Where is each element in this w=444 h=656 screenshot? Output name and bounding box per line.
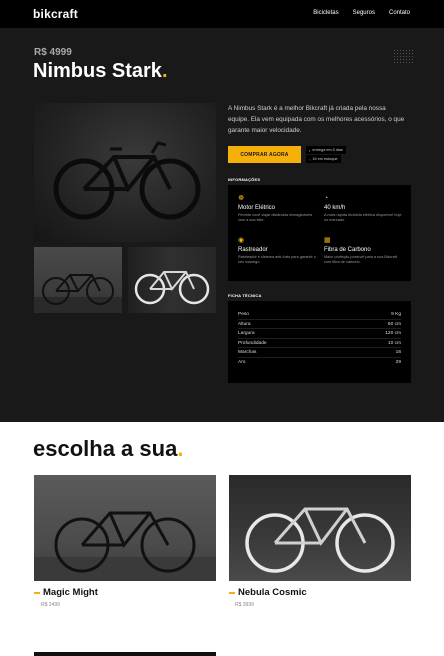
feature-title: Motor Elétrico	[238, 205, 276, 211]
feature-motor: ☸ Motor Elétrico Permite você viajar dis…	[238, 194, 318, 223]
info-box: ☸ Motor Elétrico Permite você viajar dis…	[228, 185, 411, 281]
product-thumb-2[interactable]	[128, 247, 216, 313]
product-name: Nimbus Stark	[33, 60, 162, 82]
spec-row: Peso 9 Kg	[238, 310, 401, 320]
bike-card-name-text: Magic Might	[43, 587, 98, 598]
feature-tracker: ◉ Rastreador Rastreador e sistema anti-f…	[238, 236, 318, 265]
feature-carbon: ▦ Fibra de Carbono Maior proteção possív…	[324, 236, 404, 265]
spec-row: Marchas 16	[238, 348, 401, 358]
nav-link-contato[interactable]: Contato	[389, 10, 410, 16]
carbon-fiber-icon: ▦	[324, 237, 331, 244]
bike-card-photo-magic-might[interactable]	[34, 475, 216, 581]
spec-value: 29	[395, 359, 401, 365]
stock-badge: ▫ 16 em estoque	[306, 155, 341, 163]
title-dot: .	[177, 436, 184, 461]
product-price: R$ 4999	[34, 47, 72, 58]
spec-value: 10 cm	[387, 340, 401, 346]
product-thumb-1[interactable]	[34, 247, 122, 313]
bike-card-name[interactable]: Magic Might	[34, 587, 98, 598]
feature-text: Maior proteção possível para a sua Bikcr…	[324, 255, 398, 264]
feature-text: Rastreador e sistema anti-furto para gar…	[238, 255, 316, 264]
feature-speed: ◔ 40 km/h A mais rápida bicicleta elétri…	[324, 194, 404, 223]
info-section-label: INFORMAÇÕES	[228, 177, 261, 182]
product-main-photo	[34, 103, 216, 242]
location-pin-icon: ◉	[238, 237, 245, 244]
next-card-photo	[34, 652, 216, 656]
feature-title: Rastreador	[238, 247, 268, 253]
bike-card-photo-nebula-cosmic[interactable]	[229, 475, 411, 581]
product-description: A Nimbus Stark é a melhor Bikcraft já cr…	[228, 105, 405, 134]
bike-card-price: R$ 2499	[41, 602, 60, 608]
spec-value: 120 cm	[385, 331, 401, 336]
bike-icon: ☸	[238, 195, 245, 202]
feature-text: Permite você viajar distâncias inimaginá…	[238, 213, 313, 222]
choose-section-title: escolha a sua.	[33, 436, 183, 462]
spec-row: Largura 120 cm	[238, 329, 401, 339]
feature-text: A mais rápida bicicleta elétrica disponí…	[324, 213, 402, 222]
spec-value: 9 Kg	[391, 312, 401, 317]
spec-value: 16	[395, 350, 401, 355]
specs-table: Peso 9 Kg Altura 60 cm Largura 120 cm Profu…	[228, 301, 411, 383]
spec-label: Peso	[238, 312, 249, 317]
truck-icon: ▪	[309, 147, 311, 153]
spec-label: Profundidade	[238, 340, 267, 346]
logo[interactable]: bikcraft	[33, 7, 78, 21]
delivery-badge: ▪ entrega em 5 dias	[306, 146, 346, 154]
spec-label: Marchas	[238, 350, 257, 355]
accent-bar	[229, 591, 235, 594]
product-hero: R$ 4999 Nimbus Stark. A Nimbus Stark é a…	[0, 28, 444, 422]
bike-card-name[interactable]: Nebula Cosmic	[229, 587, 307, 598]
spec-value: 60 cm	[387, 321, 401, 327]
spec-label: Aro	[238, 359, 246, 365]
bike-card-name-text: Nebula Cosmic	[238, 587, 307, 598]
speedometer-icon: ◔	[324, 195, 329, 202]
product-title: Nimbus Stark.	[33, 60, 168, 83]
main-nav: Bicicletas Seguros Contato	[313, 10, 410, 16]
buy-now-button[interactable]: COMPRAR AGORA	[228, 146, 301, 163]
feature-title: 40 km/h	[324, 205, 346, 211]
feature-title: Fibra de Carbono	[324, 247, 371, 253]
spec-row: Aro 29	[238, 358, 401, 368]
bike-card-price: R$ 3999	[235, 602, 254, 608]
choose-title-text: escolha a sua	[33, 436, 178, 461]
nav-link-bicicletas[interactable]: Bicicletas	[313, 10, 338, 16]
title-dot: .	[161, 60, 168, 82]
delivery-text: entrega em 5 dias	[312, 148, 343, 152]
spec-row: Altura 60 cm	[238, 320, 401, 329]
box-icon: ▫	[309, 156, 311, 162]
dot-grid-decoration	[393, 49, 413, 65]
spec-label: Largura	[238, 331, 255, 336]
nav-link-seguros[interactable]: Seguros	[353, 10, 375, 16]
accent-bar	[34, 591, 40, 594]
specs-section-label: FICHA TÉCNICA	[228, 293, 262, 298]
top-header: bikcraft Bicicletas Seguros Contato	[0, 0, 444, 28]
stock-text: 16 em estoque	[312, 157, 338, 161]
spec-label: Altura	[238, 321, 251, 327]
spec-row: Profundidade 10 cm	[238, 339, 401, 348]
